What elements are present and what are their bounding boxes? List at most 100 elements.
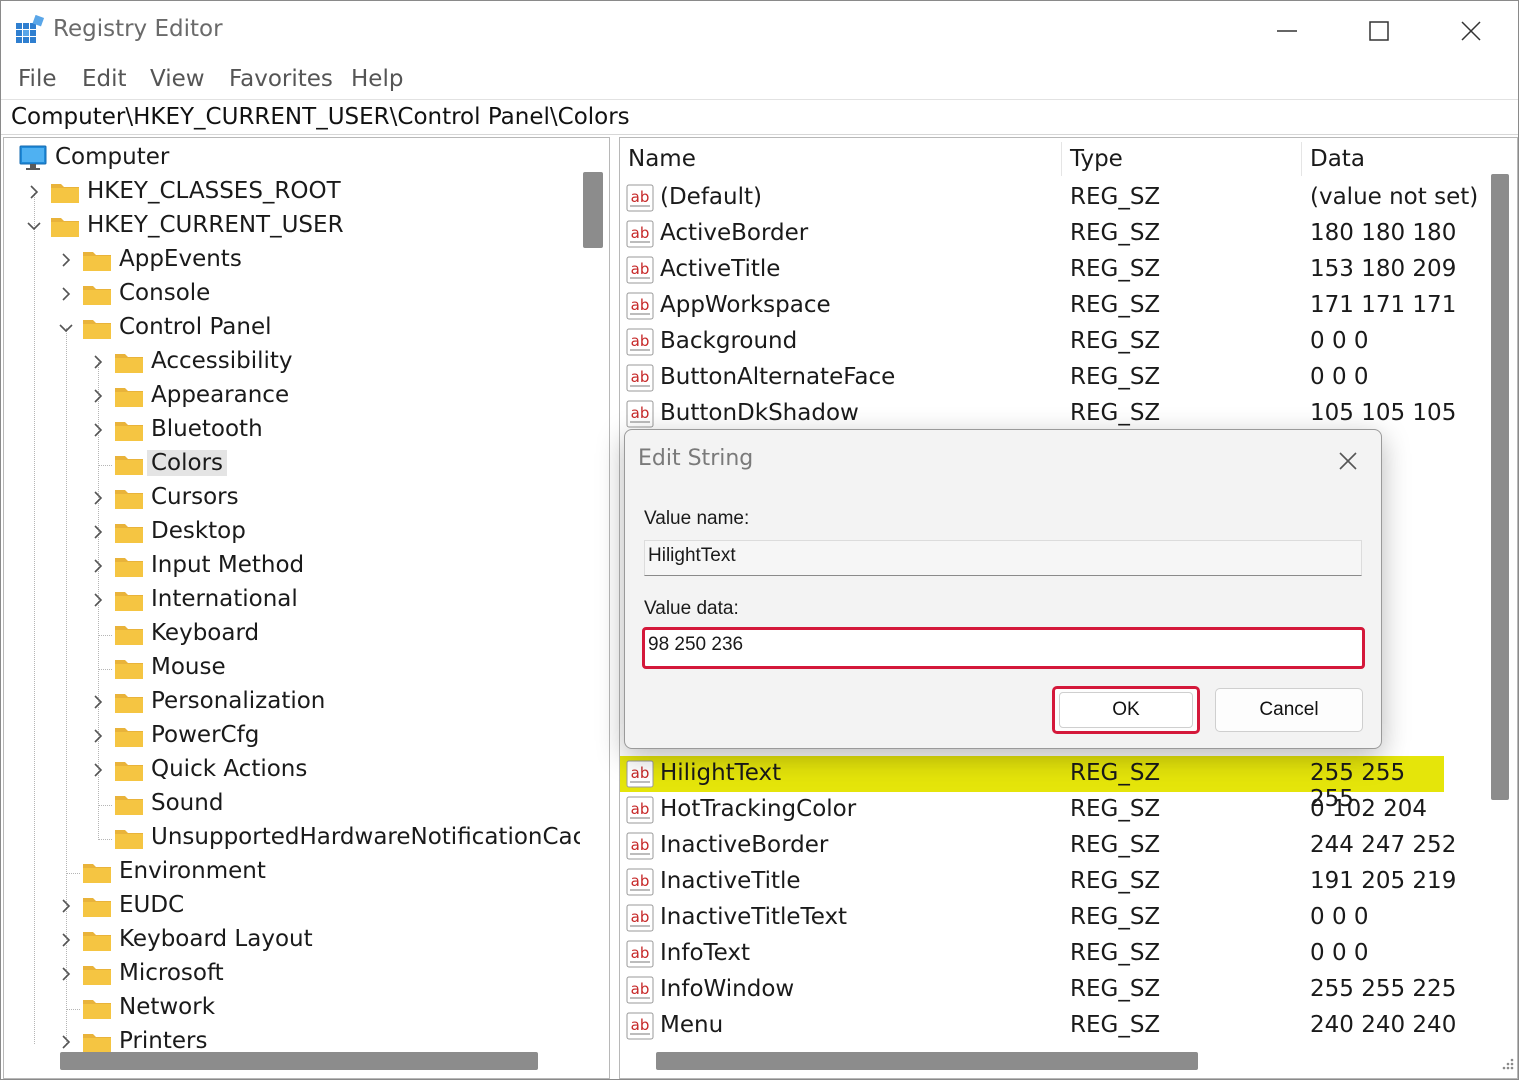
tree-vertical-scrollbar[interactable] bbox=[580, 138, 609, 1044]
ok-button[interactable]: OK bbox=[1052, 686, 1200, 734]
svg-text:ab: ab bbox=[631, 188, 650, 206]
chevron-right-icon[interactable] bbox=[88, 692, 108, 712]
chevron-right-icon[interactable] bbox=[56, 284, 76, 304]
resize-grip-icon[interactable] bbox=[1496, 1052, 1516, 1072]
chevron-right-icon[interactable] bbox=[56, 896, 76, 916]
tree-item-console[interactable]: Console bbox=[4, 278, 579, 310]
list-horizontal-scroll-thumb[interactable] bbox=[656, 1052, 1198, 1070]
tree-item-powercfg[interactable]: PowerCfg bbox=[4, 720, 579, 752]
tree-item-appevents[interactable]: AppEvents bbox=[4, 244, 579, 276]
value-row[interactable]: ab HotTrackingColor REG_SZ 0 102 204 bbox=[620, 792, 1480, 828]
chevron-down-icon[interactable] bbox=[24, 216, 44, 236]
value-data: 180 180 180 bbox=[1310, 220, 1457, 246]
folder-icon bbox=[115, 388, 143, 407]
value-row[interactable]: ab ActiveTitle REG_SZ 153 180 209 bbox=[620, 252, 1480, 288]
chevron-right-icon[interactable] bbox=[24, 182, 44, 202]
tree-item-unsupportedhardwarenotificationcache[interactable]: UnsupportedHardwareNotificationCache bbox=[4, 822, 609, 854]
folder-icon bbox=[115, 490, 143, 509]
chevron-right-icon[interactable] bbox=[88, 590, 108, 610]
value-row[interactable]: ab (Default) REG_SZ (value not set) bbox=[620, 180, 1480, 216]
string-value-icon: ab bbox=[626, 796, 654, 824]
folder-icon bbox=[51, 184, 79, 203]
tree-item-control-panel[interactable]: Control Panel bbox=[4, 312, 579, 344]
tree-item-accessibility[interactable]: Accessibility bbox=[4, 346, 579, 378]
column-header-name[interactable]: Name bbox=[628, 146, 696, 172]
value-row[interactable]: ab AppWorkspace REG_SZ 171 171 171 bbox=[620, 288, 1480, 324]
value-name: InfoWindow bbox=[660, 976, 795, 1002]
tree-item-environment[interactable]: Environment bbox=[4, 856, 579, 888]
chevron-right-icon[interactable] bbox=[56, 964, 76, 984]
value-row[interactable]: ab ActiveBorder REG_SZ 180 180 180 bbox=[620, 216, 1480, 252]
chevron-right-icon[interactable] bbox=[88, 556, 108, 576]
value-row[interactable]: ab HilightText REG_SZ 255 255 255 bbox=[620, 756, 1444, 812]
value-row[interactable]: ab InactiveBorder REG_SZ 244 247 252 bbox=[620, 828, 1480, 864]
menu-help[interactable]: Help bbox=[351, 66, 403, 92]
tree-item-label: International bbox=[151, 586, 298, 612]
tree-item-desktop[interactable]: Desktop bbox=[4, 516, 579, 548]
folder-icon bbox=[115, 728, 143, 747]
value-type: REG_SZ bbox=[1070, 256, 1161, 282]
chevron-right-icon[interactable] bbox=[88, 488, 108, 508]
close-button[interactable] bbox=[1447, 9, 1495, 51]
value-row[interactable]: ab ButtonDkShadow REG_SZ 105 105 105 bbox=[620, 396, 1480, 432]
menu-edit[interactable]: Edit bbox=[82, 66, 127, 92]
dialog-close-icon[interactable] bbox=[1331, 444, 1365, 478]
tree-item-international[interactable]: International bbox=[4, 584, 579, 616]
tree-item-hkey-current-user[interactable]: HKEY_CURRENT_USER bbox=[4, 210, 579, 242]
tree-item-label: HKEY_CURRENT_USER bbox=[87, 212, 344, 238]
value-data-input[interactable]: 98 250 236 bbox=[642, 627, 1365, 669]
address-bar[interactable]: Computer\HKEY_CURRENT_USER\Control Panel… bbox=[1, 99, 1518, 135]
chevron-right-icon[interactable] bbox=[56, 1032, 76, 1052]
tree-item-cursors[interactable]: Cursors bbox=[4, 482, 579, 514]
menu-file[interactable]: File bbox=[18, 66, 57, 92]
column-separator[interactable] bbox=[1061, 142, 1062, 176]
value-row[interactable]: ab Menu REG_SZ 240 240 240 bbox=[620, 1008, 1480, 1044]
value-row[interactable]: ab InactiveTitleText REG_SZ 0 0 0 bbox=[620, 900, 1480, 936]
tree-item-microsoft[interactable]: Microsoft bbox=[4, 958, 579, 990]
value-type: REG_SZ bbox=[1070, 904, 1161, 930]
tree-item-sound[interactable]: Sound bbox=[4, 788, 579, 820]
cancel-button[interactable]: Cancel bbox=[1215, 688, 1363, 732]
column-header-data[interactable]: Data bbox=[1310, 146, 1365, 172]
value-row[interactable]: ab ButtonAlternateFace REG_SZ 0 0 0 bbox=[620, 360, 1480, 396]
menu-view[interactable]: View bbox=[150, 66, 205, 92]
column-separator[interactable] bbox=[1301, 142, 1302, 176]
column-header-type[interactable]: Type bbox=[1070, 146, 1123, 172]
value-row[interactable]: ab InactiveTitle REG_SZ 191 205 219 bbox=[620, 864, 1480, 900]
value-row[interactable]: ab InfoWindow REG_SZ 255 255 225 bbox=[620, 972, 1480, 1008]
tree-item-eudc[interactable]: EUDC bbox=[4, 890, 579, 922]
value-row[interactable]: ab Background REG_SZ 0 0 0 bbox=[620, 324, 1480, 360]
chevron-right-icon[interactable] bbox=[88, 420, 108, 440]
tree-horizontal-scroll-thumb[interactable] bbox=[60, 1052, 538, 1070]
tree-item-personalization[interactable]: Personalization bbox=[4, 686, 579, 718]
folder-icon bbox=[83, 286, 111, 305]
menu-favorites[interactable]: Favorites bbox=[229, 66, 333, 92]
chevron-down-icon[interactable] bbox=[56, 318, 76, 338]
chevron-right-icon[interactable] bbox=[88, 726, 108, 746]
value-name: HotTrackingColor bbox=[660, 796, 857, 822]
chevron-right-icon[interactable] bbox=[88, 522, 108, 542]
chevron-right-icon[interactable] bbox=[88, 386, 108, 406]
minimize-button[interactable] bbox=[1263, 9, 1311, 51]
chevron-right-icon[interactable] bbox=[88, 352, 108, 372]
tree-item-network[interactable]: Network bbox=[4, 992, 579, 1024]
tree-item-mouse[interactable]: Mouse bbox=[4, 652, 579, 684]
tree-item-appearance[interactable]: Appearance bbox=[4, 380, 579, 412]
tree-item-quick-actions[interactable]: Quick Actions bbox=[4, 754, 579, 786]
tree-item-input-method[interactable]: Input Method bbox=[4, 550, 579, 582]
tree-item-hkey-classes-root[interactable]: HKEY_CLASSES_ROOT bbox=[4, 176, 579, 208]
tree-item-keyboard-layout[interactable]: Keyboard Layout bbox=[4, 924, 579, 956]
svg-text:ab: ab bbox=[631, 1016, 650, 1034]
folder-icon bbox=[115, 456, 143, 475]
maximize-button[interactable] bbox=[1355, 9, 1403, 51]
value-row[interactable]: ab InfoText REG_SZ 0 0 0 bbox=[620, 936, 1480, 972]
tree-item-keyboard[interactable]: Keyboard bbox=[4, 618, 579, 650]
tree-vertical-scroll-thumb[interactable] bbox=[583, 172, 603, 248]
tree-item-bluetooth[interactable]: Bluetooth bbox=[4, 414, 579, 446]
chevron-right-icon[interactable] bbox=[88, 760, 108, 780]
chevron-right-icon[interactable] bbox=[56, 930, 76, 950]
tree-item-colors[interactable]: Colors bbox=[4, 448, 579, 480]
list-vertical-scroll-thumb[interactable] bbox=[1491, 174, 1509, 800]
value-data: 0 0 0 bbox=[1310, 940, 1369, 966]
chevron-right-icon[interactable] bbox=[56, 250, 76, 270]
